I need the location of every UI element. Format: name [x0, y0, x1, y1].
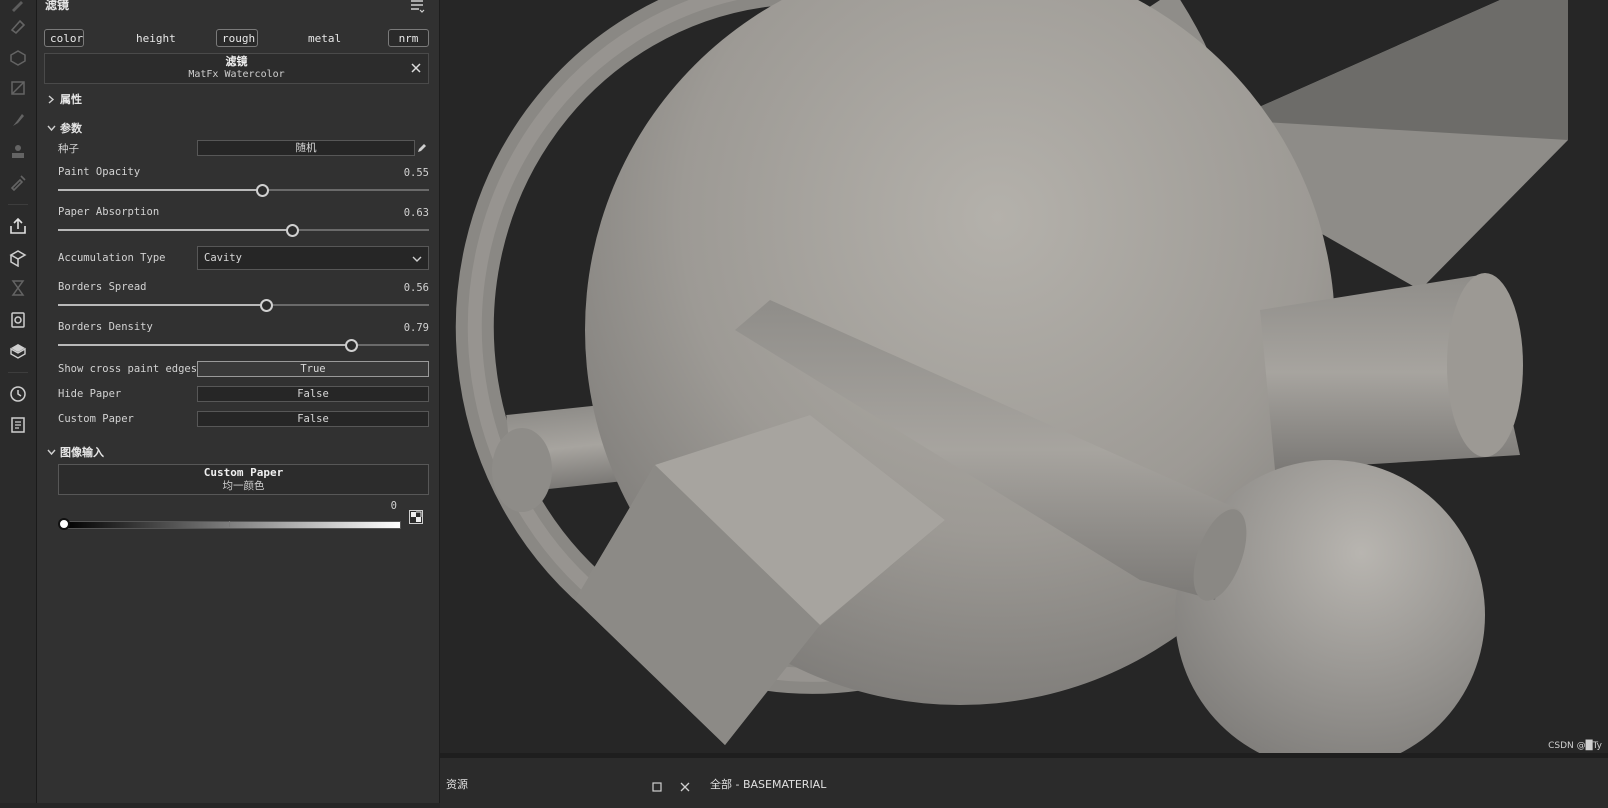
polygon-fill-icon[interactable]	[8, 78, 28, 98]
chevron-down-icon	[47, 449, 56, 455]
properties-panel: 滤镜 color height rough metal nrm 滤镜 MatFx…	[37, 0, 440, 803]
hide-paper-label: Hide Paper	[58, 388, 122, 400]
slider-knob[interactable]	[256, 184, 270, 197]
clone-stamp-icon[interactable]	[8, 142, 28, 162]
gradient-midpoint	[229, 521, 230, 527]
section-attributes[interactable]: 属性	[47, 91, 82, 107]
assets-tab[interactable]: 资源	[446, 776, 468, 792]
custom-paper-input[interactable]: Custom Paper 均一颜色	[58, 464, 429, 495]
texture-set-icon[interactable]	[8, 310, 28, 330]
seed-label: 种子	[58, 143, 79, 155]
show-cross-paint-edges-toggle[interactable]: True	[197, 361, 429, 377]
chevron-down-icon	[47, 125, 56, 131]
accumulation-type-dropdown[interactable]: Cavity	[197, 246, 429, 270]
history-icon[interactable]	[8, 384, 28, 404]
material-tab[interactable]: 全部 - BASEMATERIAL	[710, 776, 826, 792]
custom-paper-mode: 均一颜色	[222, 480, 265, 492]
borders-density-slider[interactable]	[58, 339, 429, 352]
smudge-icon[interactable]	[8, 110, 28, 130]
viewport-render	[455, 0, 1568, 753]
bake-icon[interactable]	[8, 248, 28, 268]
borders-spread-slider[interactable]	[58, 299, 429, 312]
filter-selector[interactable]: 滤镜 MatFx Watercolor	[44, 53, 429, 84]
close-icon[interactable]	[680, 777, 690, 792]
paint-opacity-slider[interactable]	[58, 184, 429, 197]
paper-absorption-label: Paper Absorption	[58, 206, 160, 218]
tool-divider	[8, 204, 28, 205]
custom-paper-toggle[interactable]: False	[197, 411, 429, 427]
slider-fill	[58, 229, 292, 231]
hourglass-icon[interactable]	[8, 278, 28, 298]
panel-title: 滤镜	[45, 0, 70, 12]
gradient-knob[interactable]	[58, 518, 70, 530]
slider-knob[interactable]	[259, 299, 273, 312]
color-picker-icon[interactable]	[409, 510, 423, 524]
borders-density-value: 0.79	[403, 322, 429, 334]
watermark: CSDN @█Ty	[1548, 741, 1602, 751]
paint-opacity-value: 0.55	[403, 167, 429, 179]
slider-knob[interactable]	[285, 224, 299, 237]
show-cross-paint-edges-label: Show cross paint edges	[58, 363, 198, 375]
accumulation-type-value: Cavity	[204, 252, 242, 264]
filter-name: MatFx Watercolor	[188, 69, 285, 80]
slider-fill	[58, 304, 266, 306]
accumulation-type-label: Accumulation Type	[58, 252, 166, 264]
float-panel-icon[interactable]	[652, 777, 662, 792]
filter-heading: 滤镜	[225, 55, 248, 68]
3d-viewport[interactable]: CSDN @█Ty	[440, 0, 1608, 753]
log-icon[interactable]	[8, 415, 28, 435]
tool-divider	[8, 372, 28, 373]
export-icon[interactable]	[8, 216, 28, 236]
section-params[interactable]: 参数	[47, 120, 82, 136]
channel-button-height[interactable]: height	[130, 29, 176, 47]
eraser-icon[interactable]	[8, 16, 28, 36]
section-image-input[interactable]: 图像输入	[47, 444, 104, 460]
chevron-right-icon	[48, 94, 55, 104]
bottom-dock: 资源 全部 - BASEMATERIAL	[440, 753, 1608, 808]
panel-menu-icon[interactable]	[409, 0, 425, 14]
picker-icon[interactable]	[8, 172, 28, 192]
slider-knob[interactable]	[345, 339, 359, 352]
paper-absorption-slider[interactable]	[58, 224, 429, 237]
pencil-icon[interactable]	[416, 142, 428, 154]
channel-button-nrm[interactable]: nrm	[388, 29, 429, 47]
custom-paper-title: Custom Paper	[203, 466, 284, 479]
section-attributes-label: 属性	[60, 93, 82, 106]
brush-icon[interactable]	[8, 0, 28, 14]
custom-paper-label: Custom Paper	[58, 413, 134, 425]
seed-field[interactable]: 随机	[197, 140, 415, 156]
projection-icon[interactable]	[8, 48, 28, 68]
tool-strip	[0, 0, 37, 803]
paint-opacity-label: Paint Opacity	[58, 166, 141, 178]
uniform-color-value: 0	[390, 500, 397, 512]
close-icon[interactable]	[410, 62, 422, 74]
borders-density-label: Borders Density	[58, 321, 153, 333]
slider-fill	[58, 189, 263, 191]
chevron-down-icon	[412, 256, 422, 262]
channel-button-metal[interactable]: metal	[302, 29, 342, 47]
grayscale-gradient[interactable]	[63, 521, 401, 529]
paper-absorption-value: 0.63	[403, 207, 429, 219]
cube-icon[interactable]	[8, 341, 28, 361]
slider-fill	[58, 344, 352, 346]
hide-paper-toggle[interactable]: False	[197, 386, 429, 402]
section-params-label: 参数	[60, 122, 82, 135]
borders-spread-label: Borders Spread	[58, 281, 147, 293]
section-image-input-label: 图像输入	[60, 446, 104, 459]
channel-button-color[interactable]: color	[44, 29, 84, 47]
channel-button-rough[interactable]: rough	[216, 29, 258, 47]
borders-spread-value: 0.56	[403, 282, 429, 294]
